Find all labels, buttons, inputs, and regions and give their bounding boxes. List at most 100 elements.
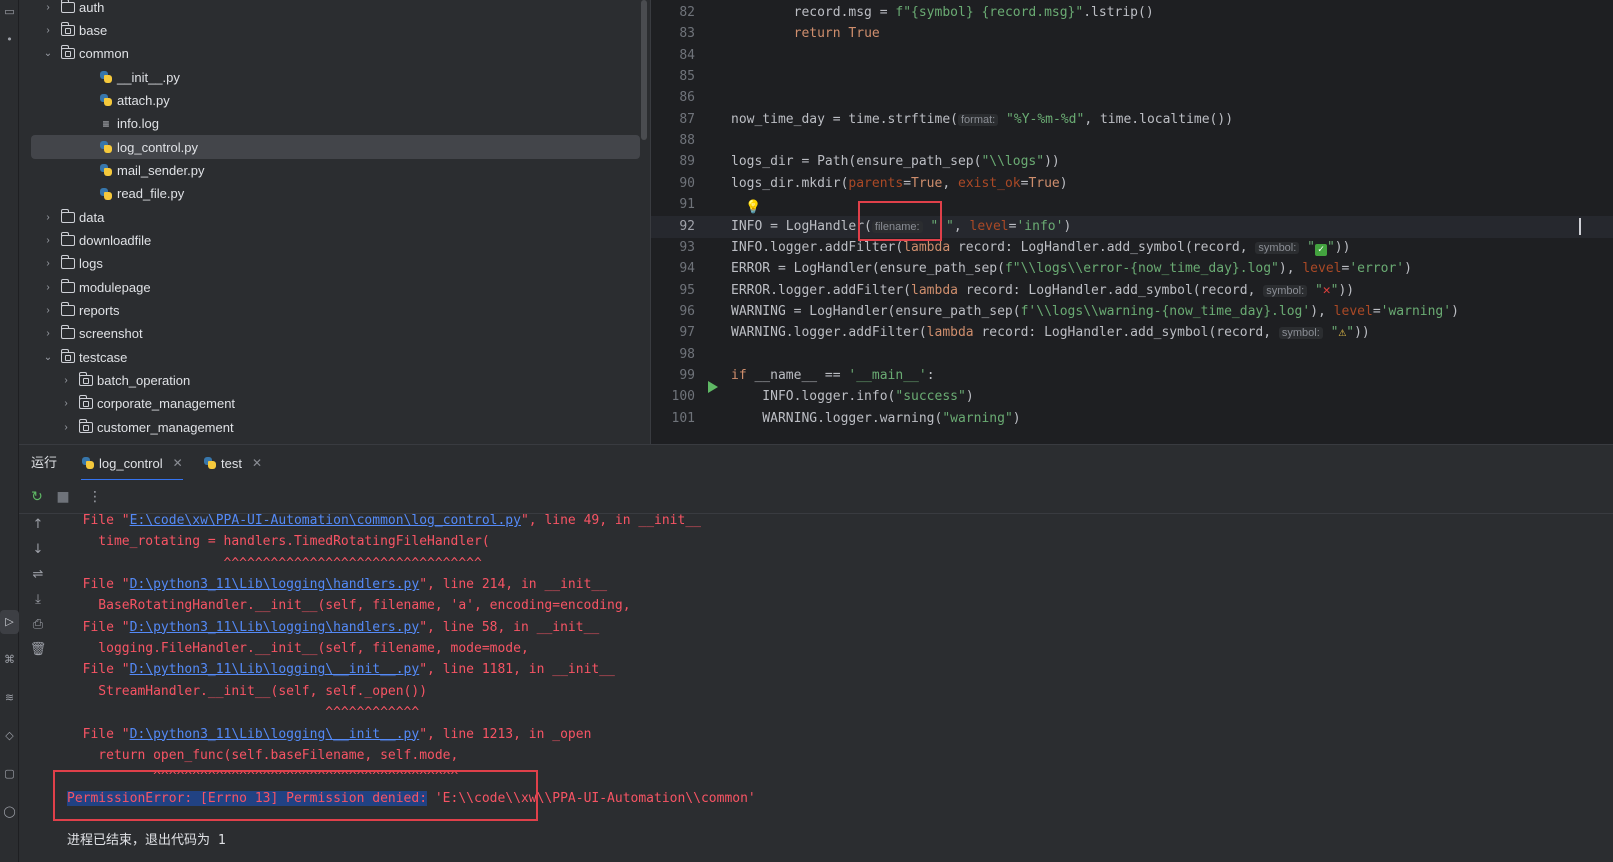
file-link[interactable]: D:\python3_11\Lib\logging\__init__.py <box>130 727 420 742</box>
code-line[interactable]: 98 <box>651 344 1613 366</box>
file-link[interactable]: D:\python3_11\Lib\logging\__init__.py <box>130 662 420 677</box>
more-dots-icon[interactable]: • <box>0 28 19 52</box>
run-gutter-icon[interactable] <box>708 381 718 393</box>
chevron-right-icon[interactable]: › <box>41 328 55 339</box>
line-number: 94 <box>679 261 695 277</box>
chevron-right-icon[interactable]: › <box>41 305 55 316</box>
chevron-right-icon[interactable]: › <box>41 2 55 13</box>
code-line[interactable]: 92 INFO = LogHandler(filename: " ", level… <box>651 215 1613 238</box>
file-link[interactable]: D:\python3_11\Lib\logging\handlers.py <box>130 577 420 592</box>
code-line[interactable]: 86 <box>651 87 1613 109</box>
code-text: logs_dir.mkdir(parents=True, exist_ok=Tr… <box>731 175 1068 191</box>
run-tool-window-header: 运行 log_control ✕ test ✕ <box>19 444 1613 481</box>
file-link[interactable]: D:\python3_11\Lib\logging\handlers.py <box>130 620 420 635</box>
project-tree: › auth › base ⌄ common __init__.py attach.py ≡ in… <box>19 0 650 444</box>
code-line[interactable]: 88 <box>651 130 1613 152</box>
close-icon[interactable]: ✕ <box>252 456 262 470</box>
tree-item-label: modulepage <box>79 279 151 295</box>
folder-icon <box>61 255 75 270</box>
chevron-right-icon[interactable]: › <box>41 282 55 293</box>
code-line[interactable]: 90 logs_dir.mkdir(parents=True, exist_ok=… <box>651 173 1613 195</box>
code-line[interactable]: 93 INFO.logger.addFilter(lambda record: L… <box>651 237 1613 259</box>
tree-item[interactable]: __init__.py <box>31 65 640 89</box>
tab-test[interactable]: test ✕ <box>203 445 262 481</box>
chevron-right-icon[interactable]: › <box>41 258 55 269</box>
code-line[interactable]: 83 return True <box>651 23 1613 45</box>
tree-item[interactable]: › base <box>31 18 640 42</box>
services-icon[interactable]: ◇ <box>0 724 19 748</box>
more-options-icon[interactable]: ⋮ <box>83 480 107 514</box>
tree-item[interactable]: › customer_management <box>31 415 640 439</box>
code-line[interactable]: 87 now_time_day = time.strftime(format: "… <box>651 109 1613 131</box>
code-line[interactable]: 82 record.msg = f"{symbol} {record.msg}"… <box>651 2 1613 24</box>
chevron-right-icon[interactable]: › <box>59 398 73 409</box>
tree-item[interactable]: log_control.py <box>31 135 640 160</box>
tree-scrollbar[interactable] <box>641 0 647 140</box>
code-line[interactable]: 95 ERROR.logger.addFilter(lambda record: … <box>651 280 1613 302</box>
tree-item[interactable]: ⌄ testcase <box>31 345 640 369</box>
chevron-right-icon[interactable]: › <box>59 375 73 386</box>
stop-icon[interactable]: ■ <box>51 480 75 514</box>
code-editor[interactable]: 82 record.msg = f"{symbol} {record.msg}"… <box>650 0 1613 444</box>
tree-item[interactable]: ≡ info.log <box>31 112 640 136</box>
code-line[interactable]: 96 WARNING = LogHandler(ensure_path_sep(f… <box>651 301 1613 323</box>
code-line[interactable]: 100 INFO.logger.info("success") <box>651 386 1613 408</box>
lightbulb-icon[interactable]: 💡 <box>745 200 761 215</box>
rerun-icon[interactable]: ↻ <box>25 480 49 514</box>
terminal-icon[interactable]: ▢ <box>0 762 19 786</box>
chevron-down-icon[interactable]: ⌄ <box>41 352 55 363</box>
code-line[interactable]: 99 if __name__ == '__main__': <box>651 365 1613 387</box>
tab-log-control[interactable]: log_control ✕ <box>81 445 183 481</box>
code-text: if __name__ == '__main__': <box>731 367 935 383</box>
tree-item[interactable]: › data <box>31 205 640 229</box>
line-number: 96 <box>679 303 695 319</box>
code-line[interactable]: 85 <box>651 66 1613 88</box>
arrow-down-icon[interactable]: ↓ <box>26 539 50 561</box>
code-text: now_time_day = time.strftime(format: "%Y… <box>731 111 1234 127</box>
trash-icon[interactable]: 🗑 <box>26 639 50 661</box>
tree-item[interactable]: › auth <box>31 0 640 19</box>
scroll-to-end-icon[interactable]: ⤓ <box>26 589 50 611</box>
line-number: 91 <box>679 197 695 213</box>
tree-item-label: data <box>79 209 105 225</box>
chevron-right-icon[interactable]: › <box>41 25 55 36</box>
console-line: File "E:\code\xw\PPA-UI-Automation\commo… <box>67 514 701 528</box>
run-icon[interactable]: ▷ <box>0 610 19 634</box>
console-line: BaseRotatingHandler.__init__(self, filen… <box>67 598 631 614</box>
code-line[interactable]: 94 ERROR = LogHandler(ensure_path_sep(f"\… <box>651 258 1613 280</box>
soft-wrap-icon[interactable]: ⇌ <box>26 564 50 586</box>
tree-item[interactable]: › screenshot <box>31 322 640 346</box>
code-line[interactable]: 84 <box>651 45 1613 67</box>
tree-item[interactable]: attach.py <box>31 88 640 112</box>
tree-item[interactable]: › batch_operation <box>31 369 640 393</box>
close-icon[interactable]: ✕ <box>173 456 183 470</box>
tree-item[interactable]: ⌄ common <box>31 42 640 66</box>
folder-icon <box>61 208 75 223</box>
code-line[interactable]: 91 <box>651 194 1613 216</box>
console-line: File "D:\python3_11\Lib\logging\handlers… <box>67 619 600 635</box>
chevron-right-icon[interactable]: › <box>59 422 73 433</box>
line-number: 82 <box>679 5 695 20</box>
tree-item[interactable]: read_file.py <box>31 182 640 206</box>
code-line[interactable]: 97 WARNING.logger.addFilter(lambda record… <box>651 322 1613 344</box>
code-line[interactable]: 89 logs_dir = Path(ensure_path_sep("\\log… <box>651 151 1613 173</box>
code-line[interactable]: 101 WARNING.logger.warning("warning") <box>651 408 1613 430</box>
file-link[interactable]: E:\code\xw\PPA-UI-Automation\common\log_… <box>130 514 521 528</box>
tree-item[interactable]: › modulepage <box>31 275 640 299</box>
chevron-right-icon[interactable]: › <box>41 235 55 246</box>
folder-icon[interactable]: ▭ <box>0 0 19 24</box>
tree-item[interactable]: › corporate_management <box>31 392 640 416</box>
chevron-down-icon[interactable]: ⌄ <box>41 48 55 59</box>
problems-icon[interactable]: ◯ <box>0 800 19 824</box>
tree-item[interactable]: › downloadfile <box>31 229 640 253</box>
tree-item[interactable]: mail_sender.py <box>31 158 640 182</box>
line-number: 89 <box>679 154 695 170</box>
layers-icon[interactable]: ≋ <box>0 686 19 710</box>
tree-item[interactable]: › logs <box>31 252 640 276</box>
chevron-right-icon[interactable]: › <box>41 212 55 223</box>
arrow-up-icon[interactable]: ↑ <box>26 514 50 536</box>
tree-item[interactable]: › reports <box>31 299 640 323</box>
tree-item-label: mail_sender.py <box>117 162 205 178</box>
python-console-icon[interactable]: ⌘ <box>0 648 19 672</box>
print-icon[interactable]: ⎙ <box>26 614 50 636</box>
